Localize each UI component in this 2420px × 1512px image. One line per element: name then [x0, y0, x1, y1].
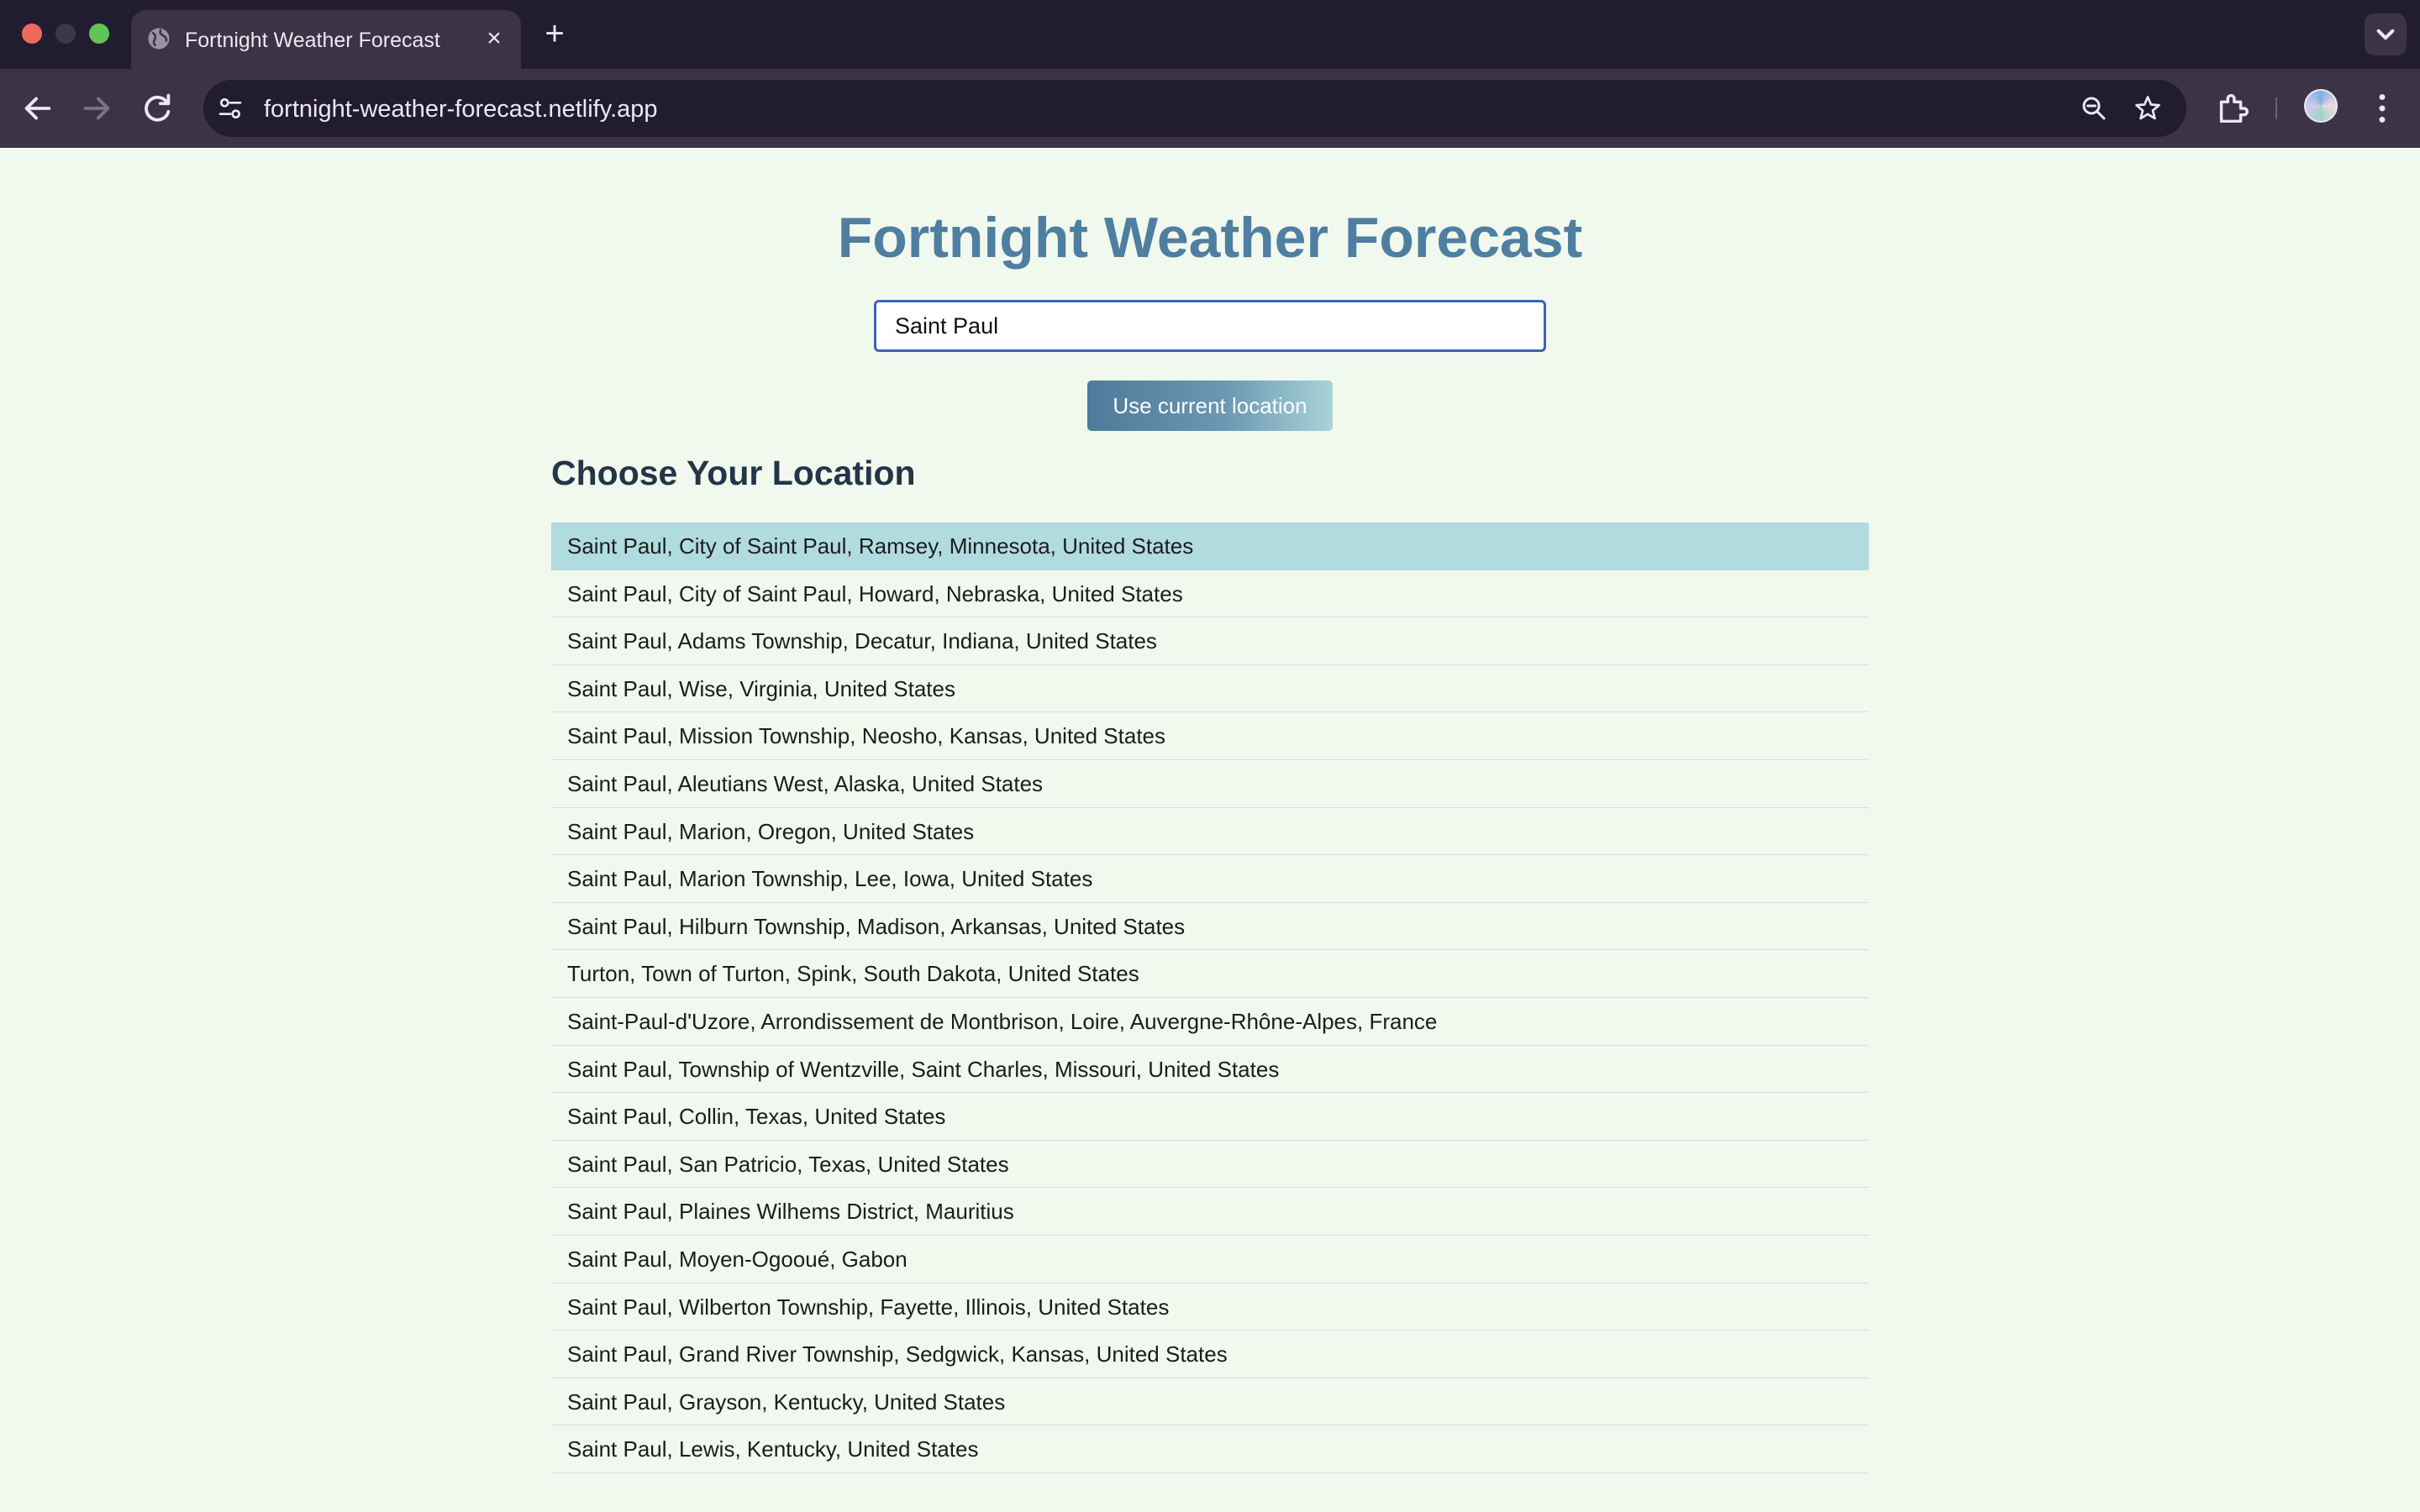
browser-tab[interactable]: Fortnight Weather Forecast ×	[131, 10, 521, 69]
page-title: Fortnight Weather Forecast	[837, 206, 1583, 270]
location-option[interactable]: Saint Paul, Mission Township, Neosho, Ka…	[551, 712, 1869, 760]
forward-arrow-icon[interactable]	[77, 89, 116, 128]
location-option[interactable]: Saint Paul, Hilburn Township, Madison, A…	[551, 903, 1869, 951]
window-maximize-button[interactable]	[89, 24, 109, 44]
location-option[interactable]: Saint Paul, Plaines Wilhems District, Ma…	[551, 1188, 1869, 1236]
choose-location-heading: Choose Your Location	[551, 454, 916, 492]
location-results-list: Saint Paul, City of Saint Paul, Ramsey, …	[551, 522, 1869, 1473]
bookmark-star-icon[interactable]	[2133, 93, 2163, 123]
location-option[interactable]: Saint Paul, Collin, Texas, United States	[551, 1093, 1869, 1141]
reload-icon[interactable]	[138, 89, 176, 128]
location-option[interactable]: Saint Paul, Grand River Township, Sedgwi…	[551, 1331, 1869, 1378]
location-option[interactable]: Saint Paul, City of Saint Paul, Howard, …	[551, 570, 1869, 618]
window-close-button[interactable]	[22, 24, 42, 44]
url-text[interactable]: fortnight-weather-forecast.netlify.app	[264, 96, 658, 123]
more-menu-icon[interactable]	[2363, 89, 2402, 128]
browser-tab-bar: Fortnight Weather Forecast × +	[0, 0, 2420, 69]
tab-search-button[interactable]	[2365, 13, 2407, 55]
location-option[interactable]: Turton, Town of Turton, Spink, South Dak…	[551, 950, 1869, 998]
window-minimize-button[interactable]	[55, 24, 76, 44]
extensions-icon[interactable]	[2213, 89, 2252, 128]
new-tab-button[interactable]: +	[538, 17, 571, 50]
toolbar-divider	[2275, 97, 2277, 119]
location-option[interactable]: Saint Paul, Adams Township, Decatur, Ind…	[551, 617, 1869, 665]
zoom-icon[interactable]	[2079, 93, 2109, 123]
location-option[interactable]: Saint Paul, San Patricio, Texas, United …	[551, 1141, 1869, 1189]
location-option[interactable]: Saint Paul, Lewis, Kentucky, United Stat…	[551, 1425, 1869, 1473]
location-option[interactable]: Saint Paul, Moyen-Ogooué, Gabon	[551, 1236, 1869, 1284]
profile-avatar[interactable]	[2304, 89, 2338, 123]
location-option[interactable]: Saint-Paul-d'Uzore, Arrondissement de Mo…	[551, 998, 1869, 1046]
location-option[interactable]: Saint Paul, Wise, Virginia, United State…	[551, 665, 1869, 713]
tab-close-icon[interactable]: ×	[481, 25, 508, 52]
back-arrow-icon[interactable]	[18, 89, 57, 128]
tab-title: Fortnight Weather Forecast	[185, 29, 440, 52]
site-settings-icon[interactable]	[217, 95, 244, 122]
location-option[interactable]: Saint Paul, Wilberton Township, Fayette,…	[551, 1284, 1869, 1331]
location-search-input[interactable]	[874, 300, 1546, 352]
location-option[interactable]: Saint Paul, Marion Township, Lee, Iowa, …	[551, 855, 1869, 903]
location-option[interactable]: Saint Paul, Marion, Oregon, United State…	[551, 808, 1869, 856]
address-bar[interactable]: fortnight-weather-forecast.netlify.app	[203, 80, 2186, 137]
location-option[interactable]: Saint Paul, City of Saint Paul, Ramsey, …	[551, 522, 1869, 570]
globe-icon	[148, 28, 170, 50]
location-option[interactable]: Saint Paul, Township of Wentzville, Sain…	[551, 1046, 1869, 1094]
use-current-location-button[interactable]: Use current location	[1087, 381, 1333, 431]
chevron-down-icon	[2376, 29, 2395, 40]
location-option[interactable]: Saint Paul, Grayson, Kentucky, United St…	[551, 1378, 1869, 1426]
location-option[interactable]: Saint Paul, Aleutians West, Alaska, Unit…	[551, 760, 1869, 808]
browser-toolbar: fortnight-weather-forecast.netlify.app	[0, 69, 2420, 148]
